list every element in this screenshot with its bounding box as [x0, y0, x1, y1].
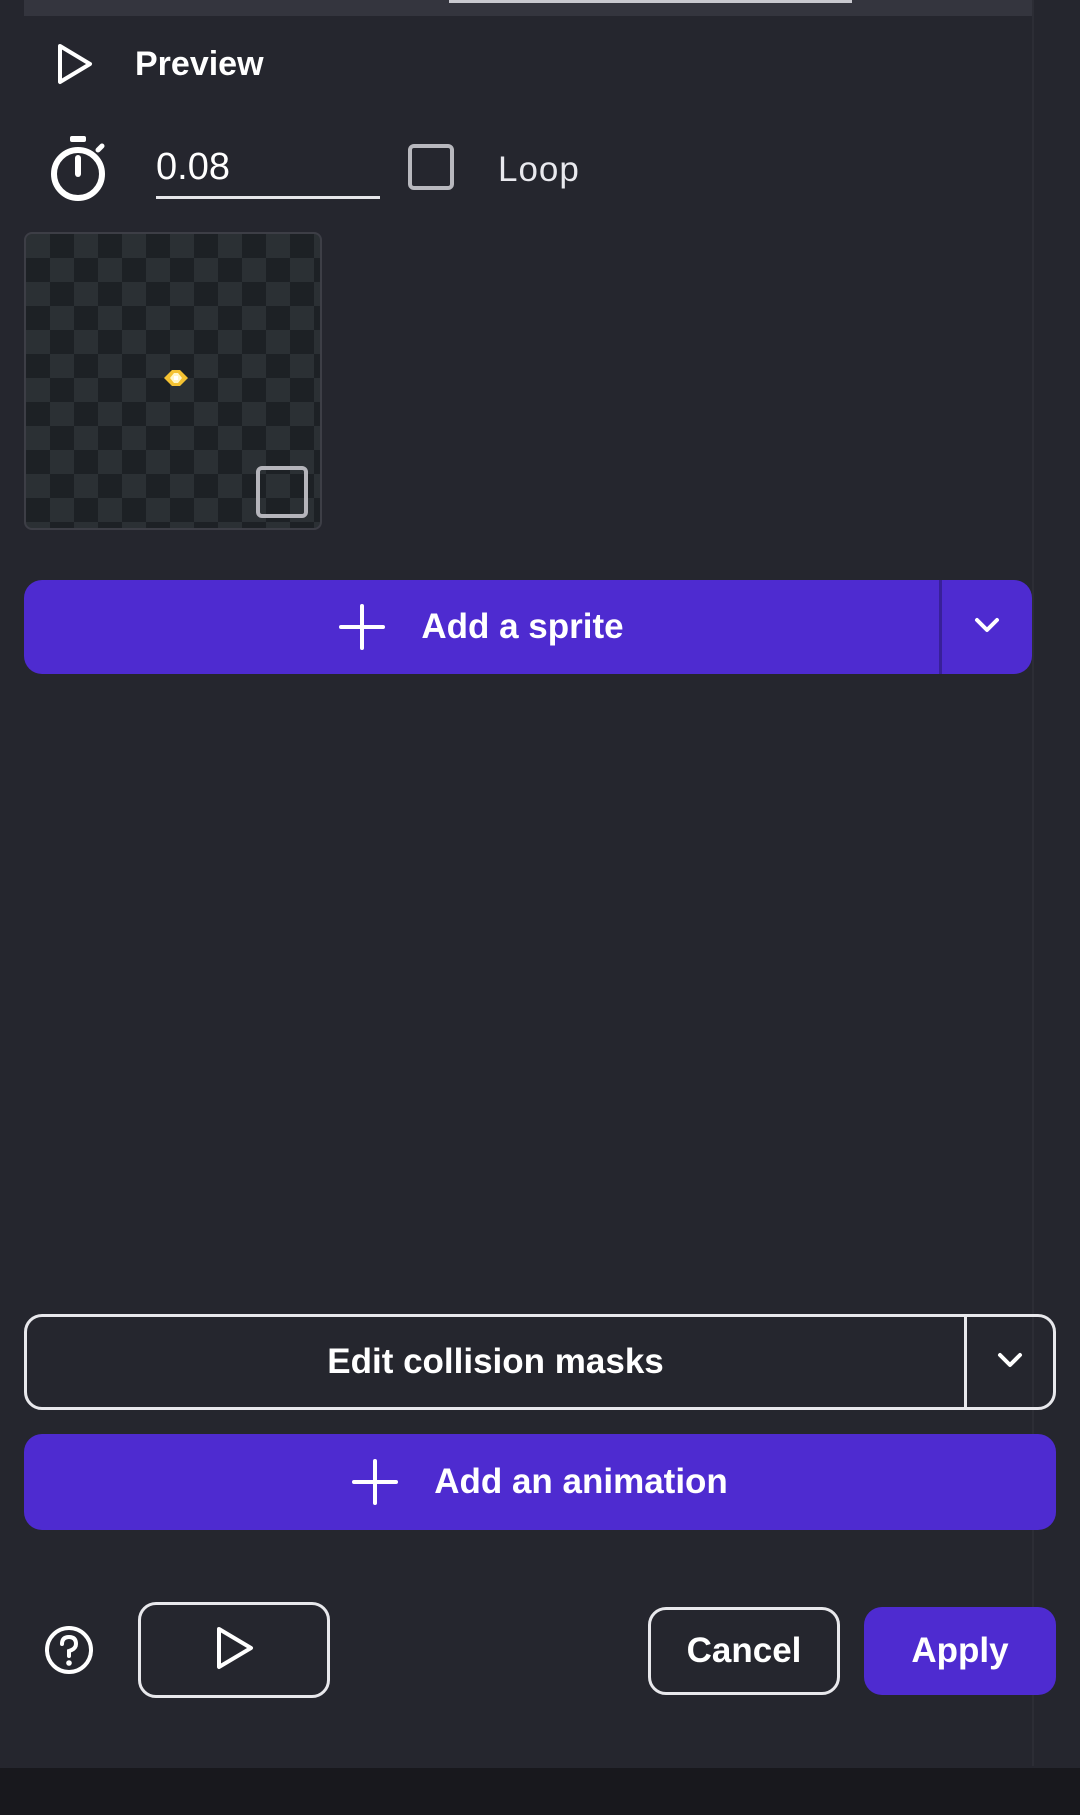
gem-sprite [160, 366, 192, 390]
add-sprite-split-button: Add a sprite [24, 580, 1032, 674]
cancel-label: Cancel [686, 1631, 802, 1670]
plus-icon [339, 604, 386, 650]
help-circle-icon[interactable] [44, 1625, 94, 1675]
stopwatch-icon [48, 134, 108, 204]
add-sprite-menu-button[interactable] [942, 580, 1032, 674]
edit-collision-masks-button[interactable]: Edit collision masks [27, 1317, 964, 1407]
object-editor-panel: Preview Loop [0, 0, 1080, 1815]
edit-masks-menu-button[interactable] [967, 1317, 1053, 1407]
apply-button[interactable]: Apply [864, 1607, 1056, 1695]
chevron-down-icon [973, 616, 1001, 639]
add-sprite-button[interactable]: Add a sprite [24, 580, 939, 674]
play-preview-button[interactable] [138, 1602, 330, 1698]
tab-strip [24, 0, 1032, 16]
cancel-button[interactable]: Cancel [648, 1607, 840, 1695]
add-animation-label: Add an animation [434, 1462, 728, 1501]
sprite-thumbnail[interactable] [24, 232, 322, 530]
preview-toggle[interactable]: Preview [50, 36, 264, 92]
add-animation-button[interactable]: Add an animation [24, 1434, 1056, 1530]
system-navigation-bar [0, 1768, 1080, 1815]
apply-label: Apply [911, 1631, 1009, 1670]
loop-checkbox[interactable] [408, 144, 454, 190]
loop-label: Loop [498, 150, 580, 189]
chevron-down-icon [996, 1351, 1024, 1374]
frame-duration-input[interactable] [156, 138, 380, 199]
add-sprite-label: Add a sprite [421, 607, 624, 646]
active-tab-indicator [449, 0, 852, 3]
plus-icon [352, 1459, 399, 1505]
preview-label: Preview [135, 44, 264, 83]
animation-settings-row: Loop [48, 132, 688, 208]
edit-collision-masks-split-button: Edit collision masks [24, 1314, 1056, 1410]
sprite-select-checkbox[interactable] [256, 466, 308, 518]
edit-collision-masks-label: Edit collision masks [327, 1342, 664, 1381]
play-outline-icon [50, 40, 98, 88]
play-outline-icon [211, 1625, 257, 1676]
